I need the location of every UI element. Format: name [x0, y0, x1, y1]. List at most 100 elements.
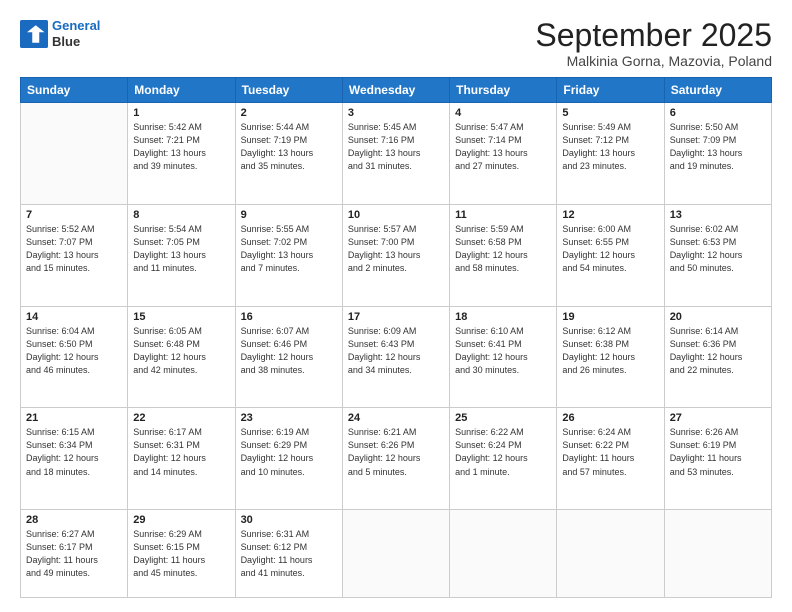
day-number: 26: [562, 412, 658, 424]
day-number: 19: [562, 311, 658, 323]
calendar-cell: 4Sunrise: 5:47 AMSunset: 7:14 PMDaylight…: [450, 103, 557, 205]
day-number: 16: [241, 311, 337, 323]
title-block: September 2025 Malkinia Gorna, Mazovia, …: [535, 18, 772, 69]
day-number: 24: [348, 412, 444, 424]
calendar-cell: 8Sunrise: 5:54 AMSunset: 7:05 PMDaylight…: [128, 204, 235, 306]
day-number: 2: [241, 107, 337, 119]
day-info: Sunrise: 6:19 AMSunset: 6:29 PMDaylight:…: [241, 426, 337, 478]
calendar-cell: [664, 510, 771, 598]
day-number: 23: [241, 412, 337, 424]
day-number: 25: [455, 412, 551, 424]
day-info: Sunrise: 6:14 AMSunset: 6:36 PMDaylight:…: [670, 325, 766, 377]
header: General Blue September 2025 Malkinia Gor…: [20, 18, 772, 69]
weekday-header: Tuesday: [235, 78, 342, 103]
day-info: Sunrise: 5:52 AMSunset: 7:07 PMDaylight:…: [26, 223, 122, 275]
day-info: Sunrise: 5:44 AMSunset: 7:19 PMDaylight:…: [241, 121, 337, 173]
calendar-cell: 27 Sunrise: 6:26 AMSunset: 6:19 PMDayligh…: [664, 408, 771, 510]
page: General Blue September 2025 Malkinia Gor…: [0, 0, 792, 612]
day-number: 20: [670, 311, 766, 323]
calendar-cell: 14 Sunrise: 6:04 AMSunset: 6:50 PMDayligh…: [21, 306, 128, 408]
logo-icon: [20, 20, 48, 48]
day-info: Sunrise: 6:07 AMSunset: 6:46 PMDaylight:…: [241, 325, 337, 377]
day-info: Sunrise: 5:57 AMSunset: 7:00 PMDaylight:…: [348, 223, 444, 275]
day-number: 14: [26, 311, 122, 323]
day-number: 30: [241, 514, 337, 526]
calendar-cell: 24 Sunrise: 6:21 AMSunset: 6:26 PMDayligh…: [342, 408, 449, 510]
day-info: Sunrise: 5:49 AMSunset: 7:12 PMDaylight:…: [562, 121, 658, 173]
calendar-cell: 20 Sunrise: 6:14 AMSunset: 6:36 PMDayligh…: [664, 306, 771, 408]
calendar-cell: 30 Sunrise: 6:31 AMSunset: 6:12 PMDayligh…: [235, 510, 342, 598]
day-info: Sunrise: 5:54 AMSunset: 7:05 PMDaylight:…: [133, 223, 229, 275]
day-number: 27: [670, 412, 766, 424]
day-info: Sunrise: 6:02 AMSunset: 6:53 PMDaylight:…: [670, 223, 766, 275]
calendar-cell: 1 Sunrise: 5:42 AMSunset: 7:21 PMDaylight…: [128, 103, 235, 205]
logo-line2: Blue: [52, 34, 100, 50]
day-info: Sunrise: 6:12 AMSunset: 6:38 PMDaylight:…: [562, 325, 658, 377]
calendar-cell: 16 Sunrise: 6:07 AMSunset: 6:46 PMDayligh…: [235, 306, 342, 408]
day-number: 17: [348, 311, 444, 323]
weekday-header: Monday: [128, 78, 235, 103]
calendar-cell: 10Sunrise: 5:57 AMSunset: 7:00 PMDayligh…: [342, 204, 449, 306]
day-number: 15: [133, 311, 229, 323]
calendar-cell: [342, 510, 449, 598]
calendar-cell: 26 Sunrise: 6:24 AMSunset: 6:22 PMDayligh…: [557, 408, 664, 510]
calendar-cell: 15 Sunrise: 6:05 AMSunset: 6:48 PMDayligh…: [128, 306, 235, 408]
day-number: 11: [455, 209, 551, 221]
day-info: Sunrise: 6:09 AMSunset: 6:43 PMDaylight:…: [348, 325, 444, 377]
calendar-cell: 2 Sunrise: 5:44 AMSunset: 7:19 PMDaylight…: [235, 103, 342, 205]
weekday-header: Sunday: [21, 78, 128, 103]
day-info: Sunrise: 6:31 AMSunset: 6:12 PMDaylight:…: [241, 528, 337, 580]
weekday-header: Saturday: [664, 78, 771, 103]
day-info: Sunrise: 6:26 AMSunset: 6:19 PMDaylight:…: [670, 426, 766, 478]
calendar-cell: 22 Sunrise: 6:17 AMSunset: 6:31 PMDayligh…: [128, 408, 235, 510]
calendar-cell: 12 Sunrise: 6:00 AMSunset: 6:55 PMDayligh…: [557, 204, 664, 306]
day-number: 9: [241, 209, 337, 221]
day-info: Sunrise: 6:04 AMSunset: 6:50 PMDaylight:…: [26, 325, 122, 377]
calendar-cell: 6Sunrise: 5:50 AMSunset: 7:09 PMDaylight…: [664, 103, 771, 205]
calendar-table: SundayMondayTuesdayWednesdayThursdayFrid…: [20, 77, 772, 598]
day-number: 18: [455, 311, 551, 323]
logo-line1: General: [52, 18, 100, 33]
calendar-cell: 17 Sunrise: 6:09 AMSunset: 6:43 PMDayligh…: [342, 306, 449, 408]
day-number: 5: [562, 107, 658, 119]
day-info: Sunrise: 6:24 AMSunset: 6:22 PMDaylight:…: [562, 426, 658, 478]
day-info: Sunrise: 5:45 AMSunset: 7:16 PMDaylight:…: [348, 121, 444, 173]
day-info: Sunrise: 5:42 AMSunset: 7:21 PMDaylight:…: [133, 121, 229, 173]
day-number: 1: [133, 107, 229, 119]
weekday-header: Friday: [557, 78, 664, 103]
calendar-cell: 23 Sunrise: 6:19 AMSunset: 6:29 PMDayligh…: [235, 408, 342, 510]
calendar-cell: 11 Sunrise: 5:59 AMSunset: 6:58 PMDayligh…: [450, 204, 557, 306]
day-info: Sunrise: 5:47 AMSunset: 7:14 PMDaylight:…: [455, 121, 551, 173]
day-number: 28: [26, 514, 122, 526]
day-info: Sunrise: 6:22 AMSunset: 6:24 PMDaylight:…: [455, 426, 551, 478]
day-info: Sunrise: 6:10 AMSunset: 6:41 PMDaylight:…: [455, 325, 551, 377]
day-info: Sunrise: 6:29 AMSunset: 6:15 PMDaylight:…: [133, 528, 229, 580]
day-number: 7: [26, 209, 122, 221]
calendar-cell: 19 Sunrise: 6:12 AMSunset: 6:38 PMDayligh…: [557, 306, 664, 408]
month-title: September 2025: [535, 18, 772, 53]
weekday-header: Thursday: [450, 78, 557, 103]
day-info: Sunrise: 6:15 AMSunset: 6:34 PMDaylight:…: [26, 426, 122, 478]
logo-text: General Blue: [52, 18, 100, 49]
day-info: Sunrise: 5:59 AMSunset: 6:58 PMDaylight:…: [455, 223, 551, 275]
weekday-header: Wednesday: [342, 78, 449, 103]
day-number: 6: [670, 107, 766, 119]
day-info: Sunrise: 6:17 AMSunset: 6:31 PMDaylight:…: [133, 426, 229, 478]
day-info: Sunrise: 6:05 AMSunset: 6:48 PMDaylight:…: [133, 325, 229, 377]
day-number: 3: [348, 107, 444, 119]
calendar-cell: 25 Sunrise: 6:22 AMSunset: 6:24 PMDayligh…: [450, 408, 557, 510]
calendar-cell: 21 Sunrise: 6:15 AMSunset: 6:34 PMDayligh…: [21, 408, 128, 510]
day-info: Sunrise: 6:27 AMSunset: 6:17 PMDaylight:…: [26, 528, 122, 580]
day-number: 29: [133, 514, 229, 526]
calendar-cell: 5 Sunrise: 5:49 AMSunset: 7:12 PMDaylight…: [557, 103, 664, 205]
day-number: 22: [133, 412, 229, 424]
logo: General Blue: [20, 18, 100, 49]
day-info: Sunrise: 5:55 AMSunset: 7:02 PMDaylight:…: [241, 223, 337, 275]
day-info: Sunrise: 6:21 AMSunset: 6:26 PMDaylight:…: [348, 426, 444, 478]
day-number: 12: [562, 209, 658, 221]
calendar-cell: [21, 103, 128, 205]
day-number: 21: [26, 412, 122, 424]
day-number: 13: [670, 209, 766, 221]
day-info: Sunrise: 6:00 AMSunset: 6:55 PMDaylight:…: [562, 223, 658, 275]
calendar-cell: 29 Sunrise: 6:29 AMSunset: 6:15 PMDayligh…: [128, 510, 235, 598]
